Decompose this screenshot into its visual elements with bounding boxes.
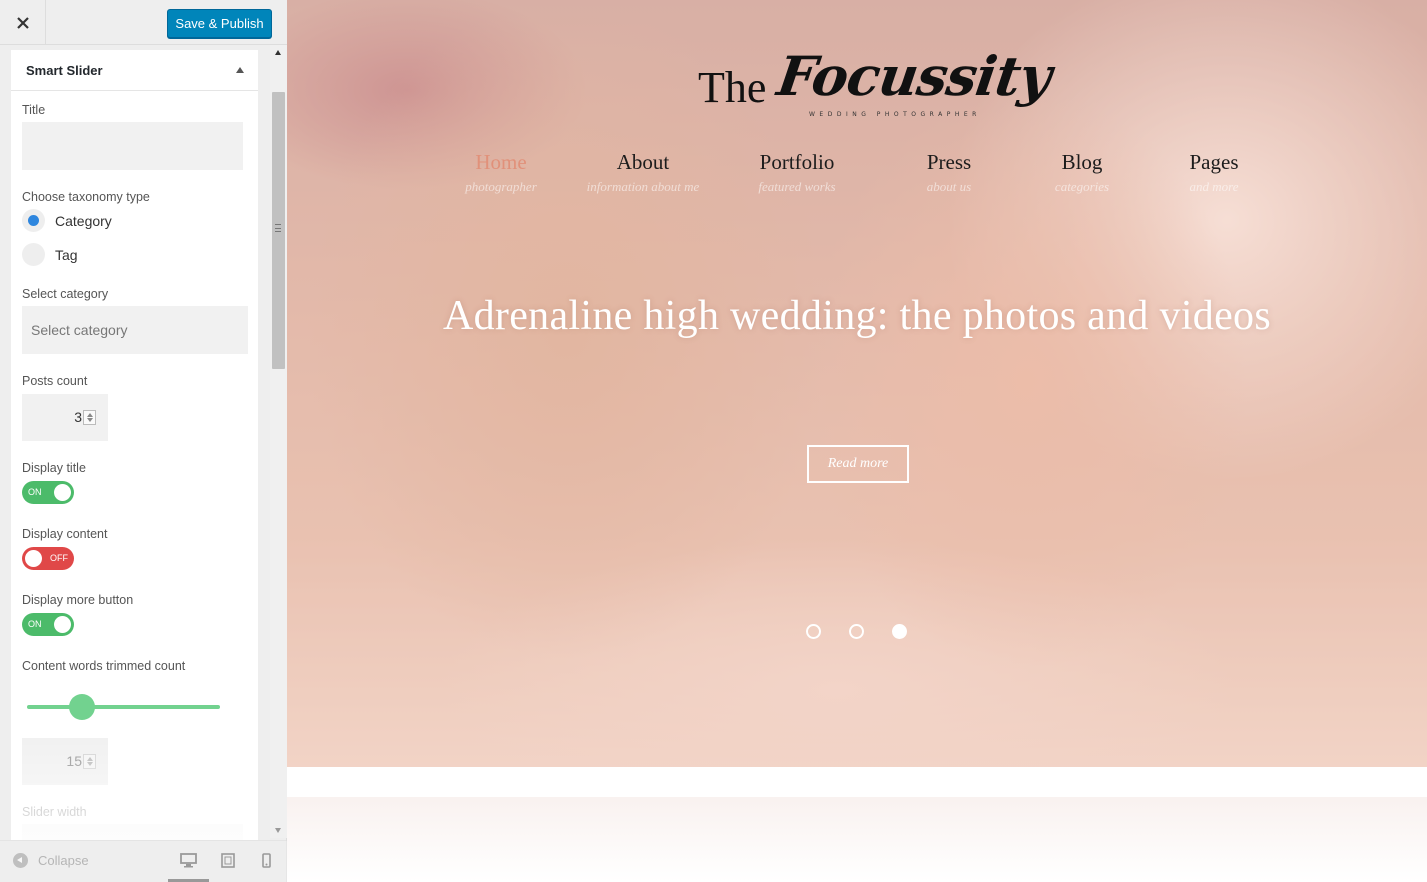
nav-item-blog[interactable]: Blog categories [1055, 150, 1109, 195]
nav-subtitle: featured works [758, 179, 836, 194]
faded-content [287, 797, 1427, 882]
toggle-state: ON [28, 487, 42, 497]
category-select-placeholder: Select category [31, 322, 128, 338]
slider-width-label: Slider width [22, 805, 87, 819]
radio-selected-dot [28, 215, 39, 226]
nav-subtitle: and more [1189, 179, 1239, 194]
collapse-label: Collapse [38, 853, 89, 868]
close-customizer-button[interactable] [0, 0, 46, 45]
nav-item-portfolio[interactable]: Portfolio featured works [758, 150, 835, 195]
resize-grip-icon[interactable] [275, 224, 281, 232]
customizer-sidebar: Save & Publish Smart Slider Title Choose… [0, 0, 287, 882]
mobile-preview-icon[interactable] [262, 853, 271, 868]
tablet-preview-icon[interactable] [221, 853, 235, 868]
scroll-down-arrow-icon[interactable] [275, 828, 281, 833]
customizer-header: Save & Publish [0, 0, 287, 45]
close-icon [16, 16, 29, 29]
slider-width-input[interactable] [22, 824, 243, 840]
words-count-stepper[interactable]: 15 [22, 738, 108, 785]
slider-pagination [806, 624, 935, 639]
toggle-knob [54, 616, 71, 633]
section-header[interactable]: Smart Slider [11, 50, 258, 91]
radio-label: Tag [55, 246, 78, 263]
slide-dot-1[interactable] [806, 624, 821, 639]
words-count-label: Content words trimmed count [22, 659, 186, 673]
posts-count-stepper[interactable]: 3 [22, 394, 108, 441]
scroll-up-arrow-icon[interactable] [275, 50, 281, 55]
panel-scrollbar[interactable] [270, 45, 287, 838]
display-title-label: Display title [22, 461, 86, 475]
desktop-preview-icon[interactable] [180, 853, 197, 868]
save-publish-button[interactable]: Save & Publish [167, 9, 272, 38]
category-select[interactable]: Select category [22, 306, 248, 354]
nav-title: Home [475, 150, 527, 174]
taxonomy-label: Choose taxonomy type [22, 190, 150, 204]
radio-button[interactable] [22, 243, 45, 266]
nav-title: Press [926, 150, 972, 174]
nav-subtitle: about us [926, 179, 972, 194]
radio-label: Category [55, 212, 112, 229]
logo-tagline: WEDDING PHOTOGRAPHER [809, 111, 981, 118]
read-more-button[interactable]: Read more [807, 445, 909, 483]
nav-subtitle: categories [1054, 179, 1110, 194]
nav-title: Portfolio [759, 150, 835, 174]
title-label: Title [22, 103, 46, 117]
toggle-knob [25, 550, 42, 567]
collapse-section-icon[interactable] [236, 67, 244, 73]
display-title-toggle[interactable]: ON [22, 481, 74, 504]
content-below-slider [287, 767, 1427, 882]
display-more-toggle[interactable]: ON [22, 613, 74, 636]
nav-title: Pages [1189, 150, 1239, 174]
collapse-arrow-icon [13, 853, 28, 868]
nav-title: About [616, 150, 670, 174]
spinner-arrows-icon[interactable] [83, 410, 96, 425]
nav-item-press[interactable]: Press about us [927, 150, 971, 195]
toggle-state: OFF [50, 553, 68, 563]
site-logo[interactable]: The Focussity WEDDING PHOTOGRAPHER [698, 40, 1055, 135]
slide-title[interactable]: Adrenaline high wedding: the photos and … [287, 292, 1427, 340]
nav-title: Blog [1061, 150, 1103, 174]
spinner-arrows-icon[interactable] [83, 754, 96, 769]
words-count-slider-handle[interactable] [69, 694, 95, 720]
site-preview: The Focussity WEDDING PHOTOGRAPHER Home … [287, 0, 1427, 882]
customizer-footer: Collapse [0, 840, 287, 882]
posts-count-label: Posts count [22, 374, 88, 388]
logo-word-script: Focussity [773, 44, 1055, 108]
radio-button[interactable] [22, 209, 45, 232]
display-content-toggle[interactable]: OFF [22, 547, 74, 570]
logo-word-the: The [698, 63, 767, 112]
taxonomy-option-category[interactable]: Category [22, 209, 112, 232]
posts-count-value: 3 [74, 409, 82, 425]
taxonomy-option-tag[interactable]: Tag [22, 243, 78, 266]
toggle-knob [54, 484, 71, 501]
smart-slider-panel: Smart Slider Title Choose taxonomy type … [11, 50, 258, 840]
section-title: Smart Slider [26, 62, 103, 78]
toggle-state: ON [28, 619, 42, 629]
main-navigation: Home photographer About information abou… [287, 150, 1427, 210]
display-more-label: Display more button [22, 593, 134, 607]
collapse-sidebar-button[interactable]: Collapse [13, 853, 89, 868]
title-input[interactable] [22, 122, 243, 170]
nav-item-pages[interactable]: Pages and more [1190, 150, 1239, 195]
slide-dot-2[interactable] [849, 624, 864, 639]
hero-slider: The Focussity WEDDING PHOTOGRAPHER Home … [287, 0, 1427, 767]
nav-item-home[interactable]: Home photographer [465, 150, 537, 195]
display-content-label: Display content [22, 527, 108, 541]
nav-subtitle: photographer [465, 179, 537, 194]
words-count-slider-track[interactable] [27, 705, 220, 709]
nav-item-about[interactable]: About information about me [587, 150, 700, 195]
slide-dot-3[interactable] [892, 624, 907, 639]
nav-subtitle: information about me [586, 179, 700, 194]
words-count-value: 15 [66, 753, 82, 769]
category-label: Select category [22, 287, 109, 301]
